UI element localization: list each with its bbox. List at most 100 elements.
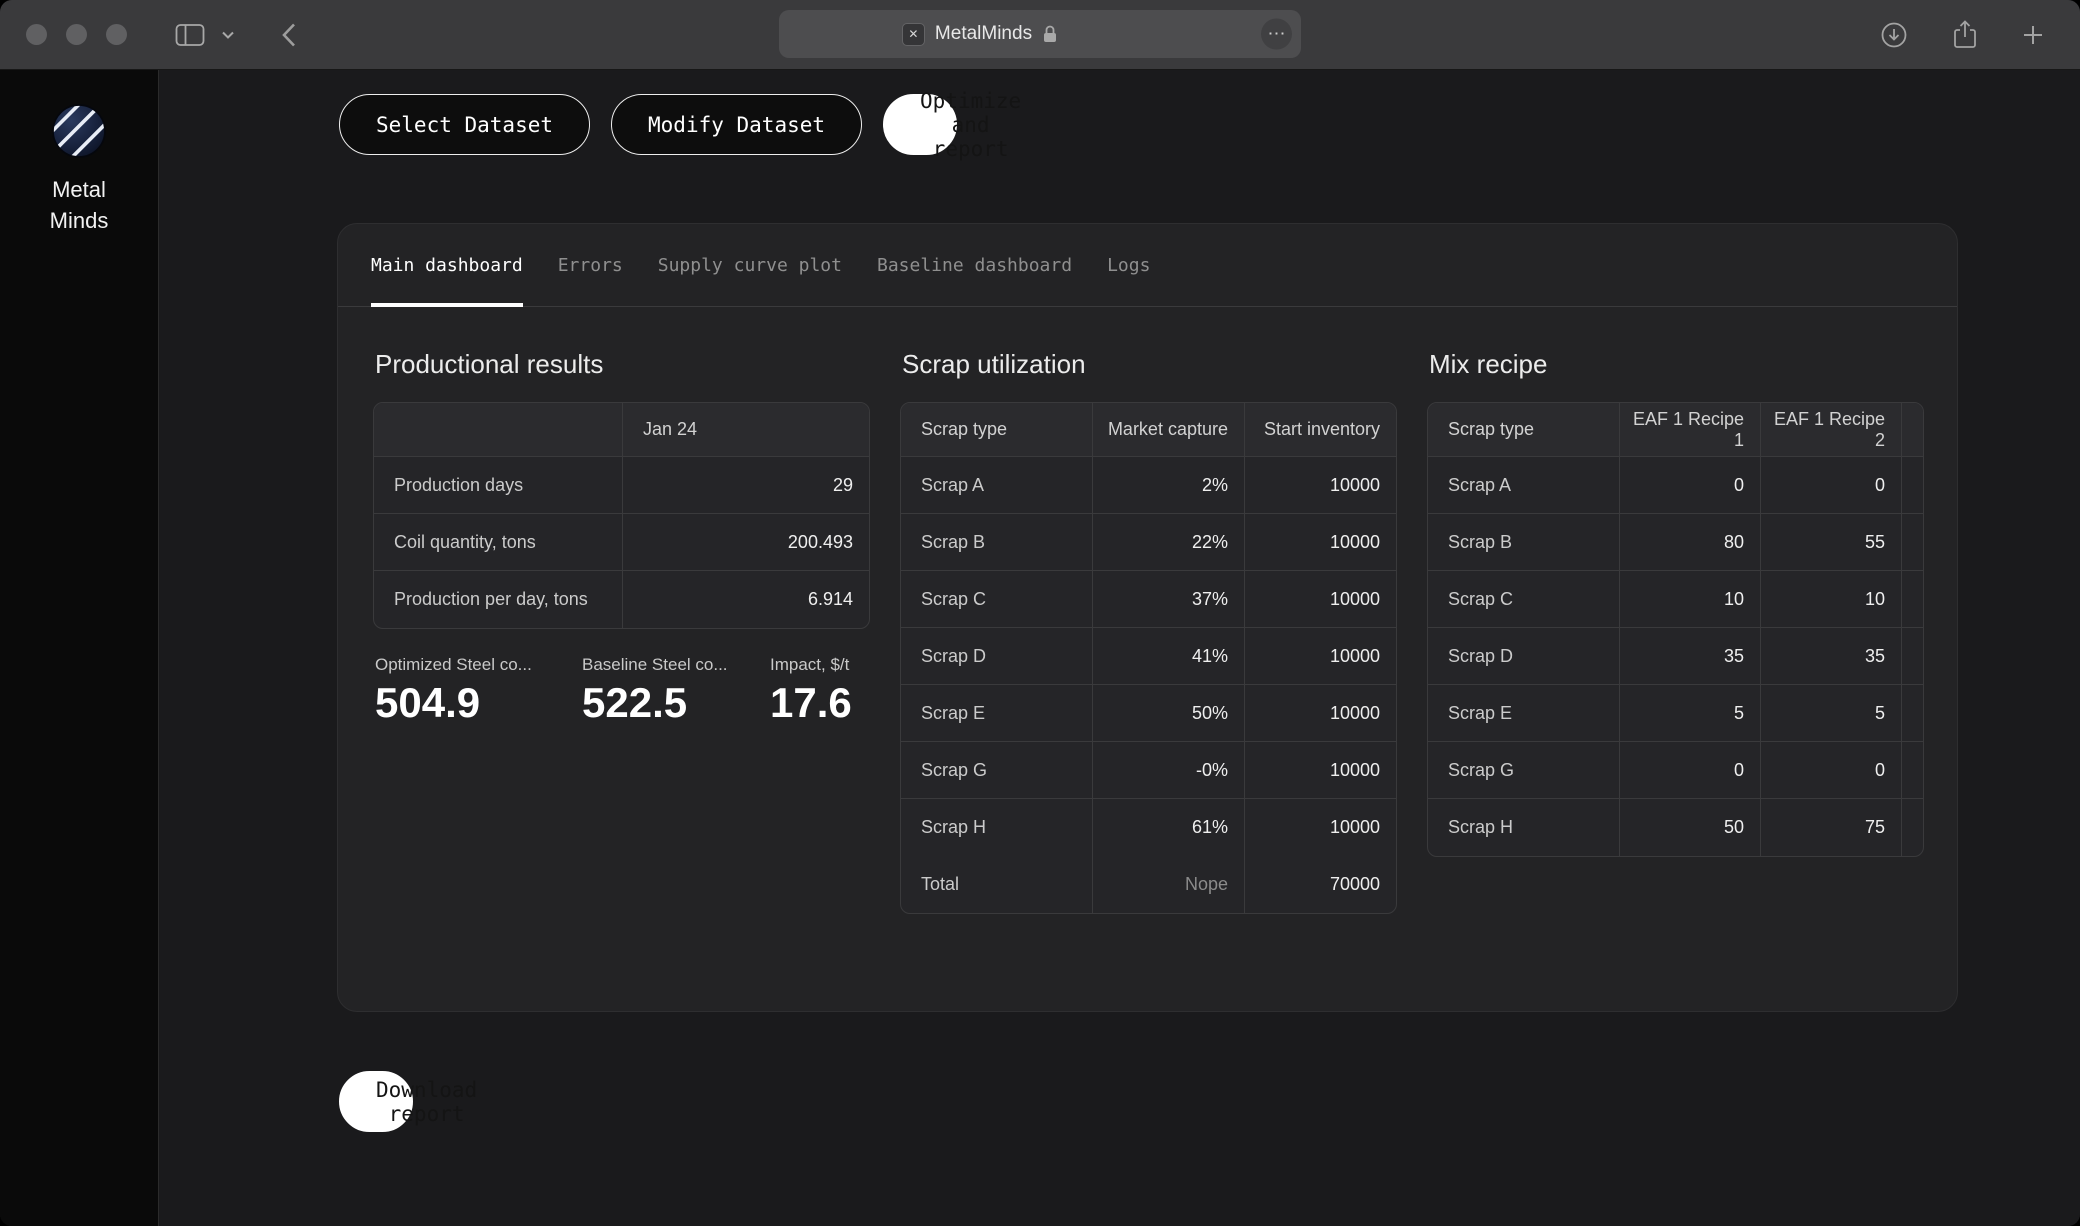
table-total-row: Total Nope 70000 [901,856,1396,913]
metric-baseline-steel-cost: Baseline Steel co... 522.5 [582,655,770,727]
address-bar-content: ✕ MetalMinds [902,23,1058,46]
tab-supply-curve-plot[interactable]: Supply curve plot [658,224,842,306]
metric-impact: Impact, $/t 17.6 [770,655,852,727]
row-value: 37% [1093,571,1245,628]
table-row: Scrap G00 [1428,742,1924,799]
row-value: 5 [1761,685,1902,742]
column-header: EAF 1 Recipe 2 [1761,403,1902,457]
table-row: Production per day, tons6.914 [374,571,869,628]
section-scrap-utilization: Scrap utilization Scrap type Market capt… [900,349,1397,914]
row-label: Scrap C [901,571,1093,628]
clipped-cell [1902,685,1924,742]
brand-line2: Minds [50,205,109,236]
share-icon[interactable] [1952,20,1978,50]
browser-titlebar: ✕ MetalMinds ⋯ [0,0,2080,70]
brand-name: Metal Minds [50,174,109,236]
row-label: Scrap E [1428,685,1620,742]
row-value: 10 [1761,571,1902,628]
metric-label: Optimized Steel co... [375,655,582,675]
row-value: 10000 [1245,628,1396,685]
metric-label: Baseline Steel co... [582,655,770,675]
row-label: Scrap A [1428,457,1620,514]
table-row: Scrap C37%10000 [901,571,1396,628]
column-header: Start inventory [1245,403,1396,457]
tab-logs[interactable]: Logs [1107,224,1150,306]
clipped-column-header [1902,403,1924,457]
clipped-cell [1902,514,1924,571]
table-row: Scrap G-0%10000 [901,742,1396,799]
optimize-and-report-button[interactable]: Optimize and report [883,94,957,155]
sidebar-toggle-icon[interactable] [175,23,205,47]
mix-recipe-table[interactable]: Scrap type EAF 1 Recipe 1 EAF 1 Recipe 2… [1427,402,1924,857]
row-label: Scrap D [1428,628,1620,685]
site-title: MetalMinds [935,23,1032,45]
empty-header-cell [374,403,623,457]
row-value: 5 [1620,685,1761,742]
table-row: Scrap E50%10000 [901,685,1396,742]
downloads-icon[interactable] [1880,21,1908,49]
row-label: Scrap B [901,514,1093,571]
table-row: Scrap H61%10000 [901,799,1396,856]
select-dataset-button[interactable]: Select Dataset [339,94,590,155]
section-title: Scrap utilization [902,349,1397,380]
table-row: Scrap D41%10000 [901,628,1396,685]
column-header: Scrap type [1428,403,1620,457]
tab-baseline-dashboard[interactable]: Baseline dashboard [877,224,1072,306]
table-row: Scrap C1010 [1428,571,1924,628]
download-report-button[interactable]: Download report [339,1071,413,1132]
table-header-row: Jan 24 [374,403,869,457]
tab-errors[interactable]: Errors [558,224,623,306]
table-row: Scrap B8055 [1428,514,1924,571]
steel-cost-metrics: Optimized Steel co... 504.9 Baseline Ste… [375,655,870,727]
chevron-down-icon[interactable] [221,30,235,40]
tab-main-dashboard[interactable]: Main dashboard [371,224,523,306]
row-value: 0 [1761,742,1902,799]
table-row: Scrap A2%10000 [901,457,1396,514]
table-header-row: Scrap type EAF 1 Recipe 1 EAF 1 Recipe 2 [1428,403,1924,457]
row-label: Scrap A [901,457,1093,514]
section-title: Productional results [375,349,870,380]
row-value: 0 [1620,457,1761,514]
clipped-cell [1902,628,1924,685]
titlebar-actions [1880,20,2080,50]
back-icon[interactable] [281,22,297,48]
column-header: Market capture [1093,403,1245,457]
total-inventory: 70000 [1245,856,1396,913]
row-value: 55 [1761,514,1902,571]
row-value: 10000 [1245,457,1396,514]
site-favicon-icon: ✕ [902,23,925,46]
zoom-button[interactable] [106,24,127,45]
modify-dataset-button[interactable]: Modify Dataset [611,94,862,155]
metalminds-logo-icon [50,102,108,160]
table-row: Coil quantity, tons200.493 [374,514,869,571]
row-value: 10000 [1245,799,1396,856]
table-row: Scrap E55 [1428,685,1924,742]
lock-icon [1042,24,1058,44]
table-row: Scrap B22%10000 [901,514,1396,571]
table-row: Scrap A00 [1428,457,1924,514]
minimize-button[interactable] [66,24,87,45]
row-value: 2% [1093,457,1245,514]
address-bar[interactable]: ✕ MetalMinds ⋯ [779,10,1301,58]
clipped-cell [1902,742,1924,799]
row-value: -0% [1093,742,1245,799]
row-value: 10000 [1245,571,1396,628]
table-header-row: Scrap type Market capture Start inventor… [901,403,1396,457]
row-value: 35 [1620,628,1761,685]
row-label: Scrap G [901,742,1093,799]
total-capture: Nope [1093,856,1245,913]
page-more-icon[interactable]: ⋯ [1261,19,1292,50]
section-productional-results: Productional results Jan 24 [373,349,870,914]
row-label: Scrap H [1428,799,1620,856]
row-value: 0 [1620,742,1761,799]
clipped-cell [1902,457,1924,514]
total-label: Total [901,856,1093,913]
row-label: Production per day, tons [374,571,623,628]
clipped-cell [1902,571,1924,628]
row-value: 80 [1620,514,1761,571]
row-value: 41% [1093,628,1245,685]
close-button[interactable] [26,24,47,45]
new-tab-icon[interactable] [2022,24,2044,46]
metric-value: 17.6 [770,679,852,727]
period-header-cell: Jan 24 [623,403,869,457]
